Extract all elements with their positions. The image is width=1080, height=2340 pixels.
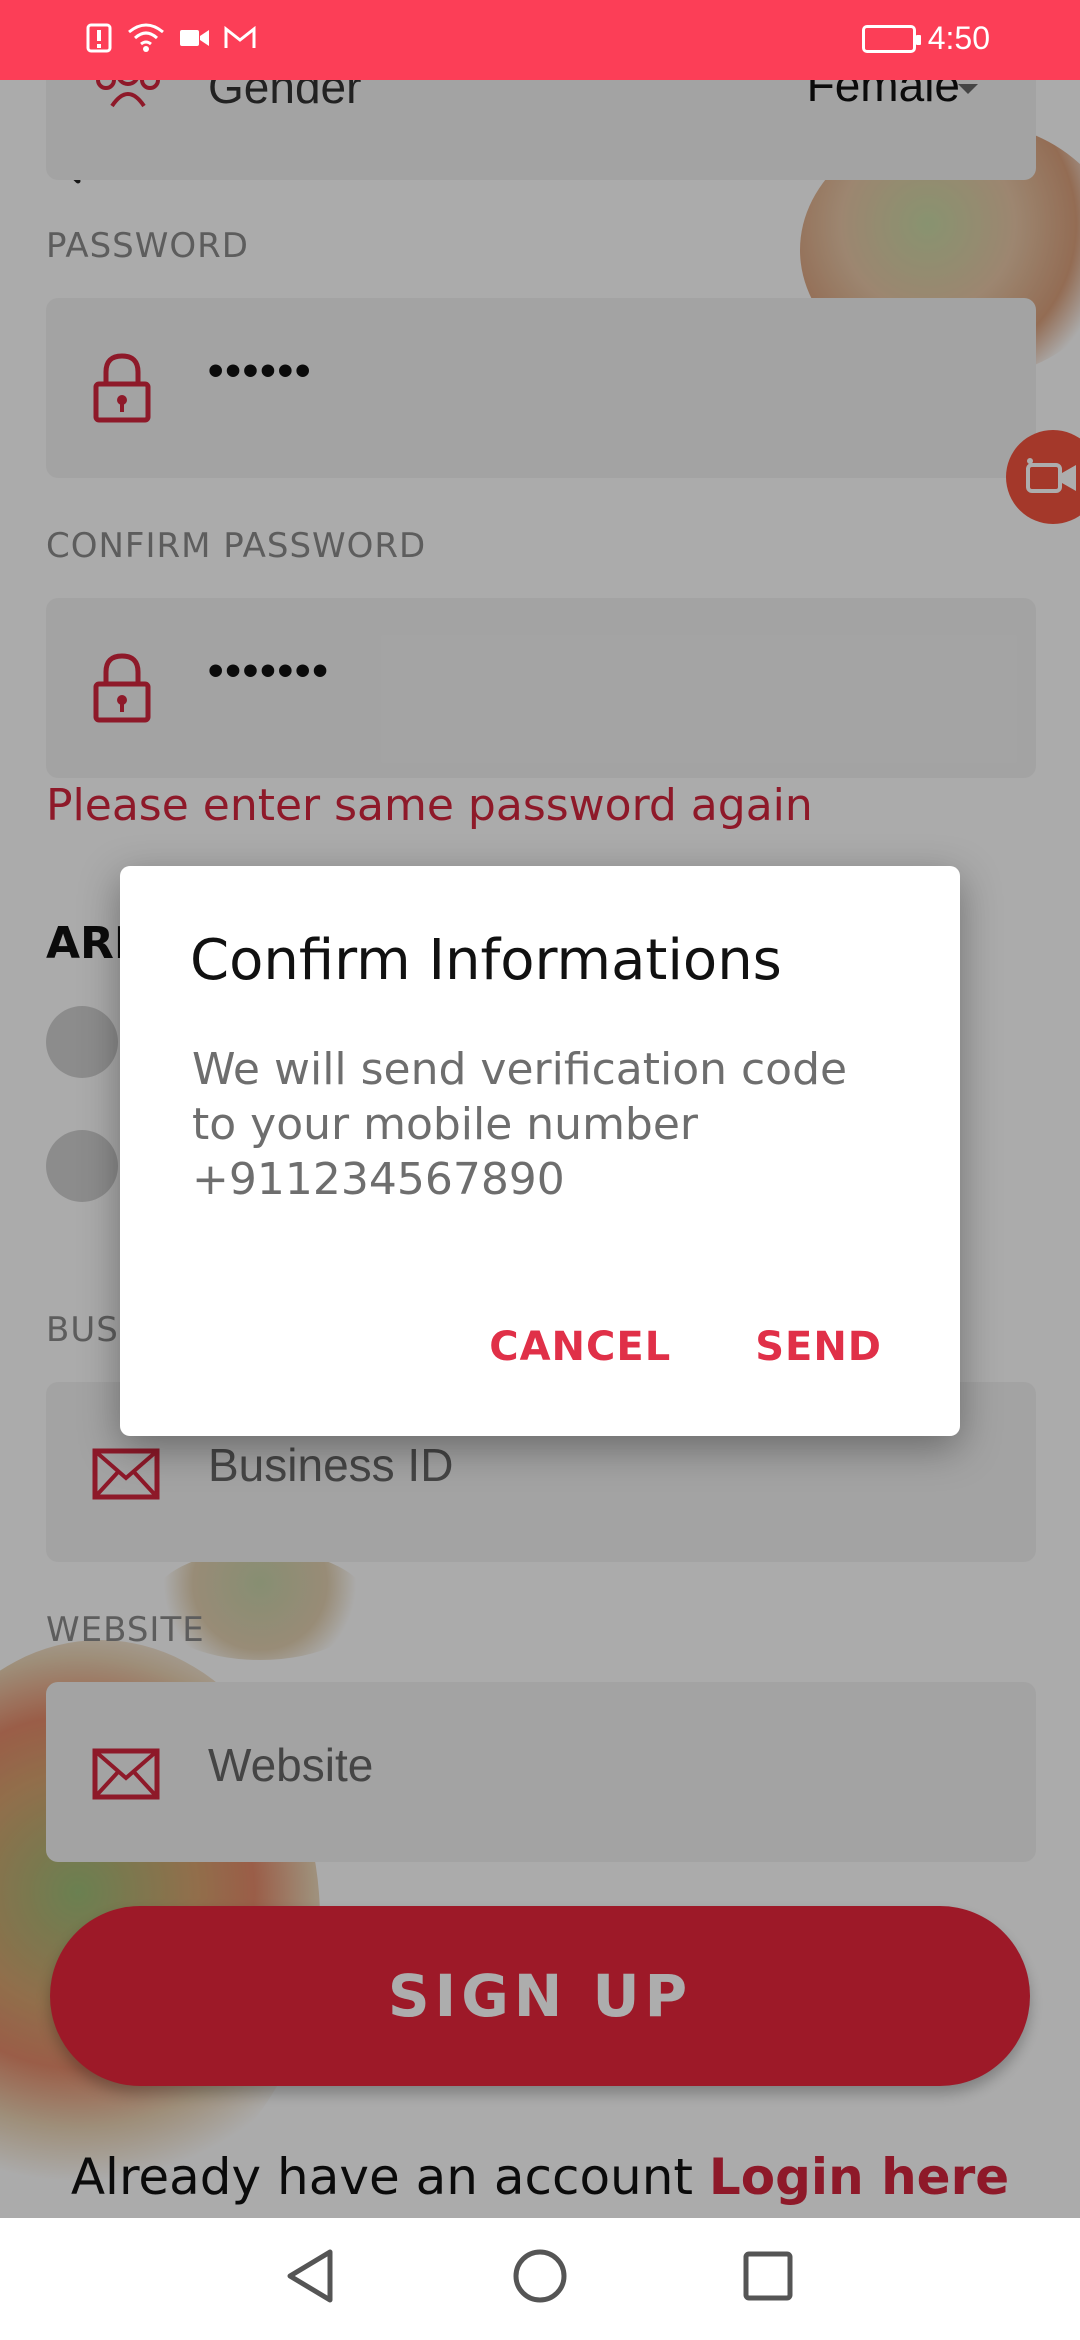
wifi-icon — [128, 23, 164, 52]
dialog-title: Confirm Informations — [190, 928, 782, 993]
recents-nav-icon[interactable] — [742, 2250, 794, 2302]
confirm-dialog: Confirm Informations We will send verifi… — [120, 866, 960, 1436]
video-icon — [180, 30, 209, 46]
system-nav-bar — [0, 2218, 1080, 2340]
back-nav-icon[interactable] — [284, 2248, 336, 2304]
status-time: 4:50 — [927, 20, 990, 56]
cancel-button[interactable]: CANCEL — [489, 1324, 671, 1370]
alert-icon — [86, 23, 112, 53]
status-bar: 4:50 — [0, 0, 1080, 80]
gmail-icon — [224, 26, 256, 48]
home-nav-icon[interactable] — [512, 2248, 568, 2304]
send-button[interactable]: SEND — [755, 1324, 882, 1370]
battery-charging-icon — [861, 24, 921, 53]
dialog-message: We will send verification code to your m… — [192, 1044, 848, 1205]
